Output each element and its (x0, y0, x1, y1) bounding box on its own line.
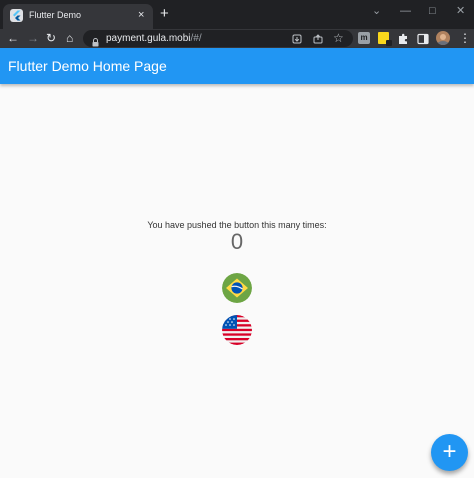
page-title: Flutter Demo Home Page (8, 58, 167, 74)
tab-close-icon[interactable]: × (138, 9, 144, 21)
browser-tabstrip: Flutter Demo × + ⌄ — □ ✕ (0, 0, 474, 29)
new-tab-button[interactable]: + (160, 6, 169, 21)
usa-flag-icon[interactable] (222, 315, 252, 345)
profile-avatar[interactable] (436, 31, 450, 45)
maximize-icon[interactable]: □ (429, 5, 436, 17)
minimize-icon[interactable]: — (400, 5, 411, 17)
lock-icon[interactable] (92, 34, 99, 47)
brazil-flag-icon[interactable] (222, 273, 252, 303)
url-path: /#/ (190, 33, 202, 44)
url-host: payment.gula.mobi (106, 33, 191, 44)
increment-fab-button[interactable]: + (431, 434, 468, 471)
flutter-icon (10, 9, 23, 22)
close-window-icon[interactable]: ✕ (456, 5, 465, 17)
app-body: You have pushed the button this many tim… (0, 84, 474, 478)
bookmark-star-icon[interactable]: ☆ (333, 31, 344, 46)
back-icon[interactable]: ← (7, 30, 19, 46)
tab-flutter-demo[interactable]: Flutter Demo × (3, 4, 153, 29)
browser-menu-icon[interactable]: ⋮ (459, 30, 471, 46)
counter-value: 0 (230, 229, 244, 254)
install-app-icon[interactable] (292, 31, 302, 49)
reload-icon[interactable]: ↻ (46, 30, 56, 46)
extension-m-icon[interactable]: m (358, 32, 370, 44)
address-bar[interactable]: payment.gula.mobi/#/ ☆ (83, 30, 353, 47)
tab-search-icon[interactable]: ⌄ (372, 5, 381, 17)
extension-notes-icon[interactable] (378, 32, 392, 46)
url-text[interactable]: payment.gula.mobi/#/ (106, 33, 202, 44)
home-icon[interactable]: ⌂ (66, 30, 73, 46)
browser-toolbar: ← → ↻ ⌂ payment.gula.mobi/#/ ☆ m ⋮ (0, 29, 474, 48)
forward-icon[interactable]: → (27, 30, 39, 46)
tab-title: Flutter Demo (29, 10, 82, 20)
share-icon[interactable] (313, 31, 323, 49)
app-bar: Flutter Demo Home Page (0, 48, 474, 84)
